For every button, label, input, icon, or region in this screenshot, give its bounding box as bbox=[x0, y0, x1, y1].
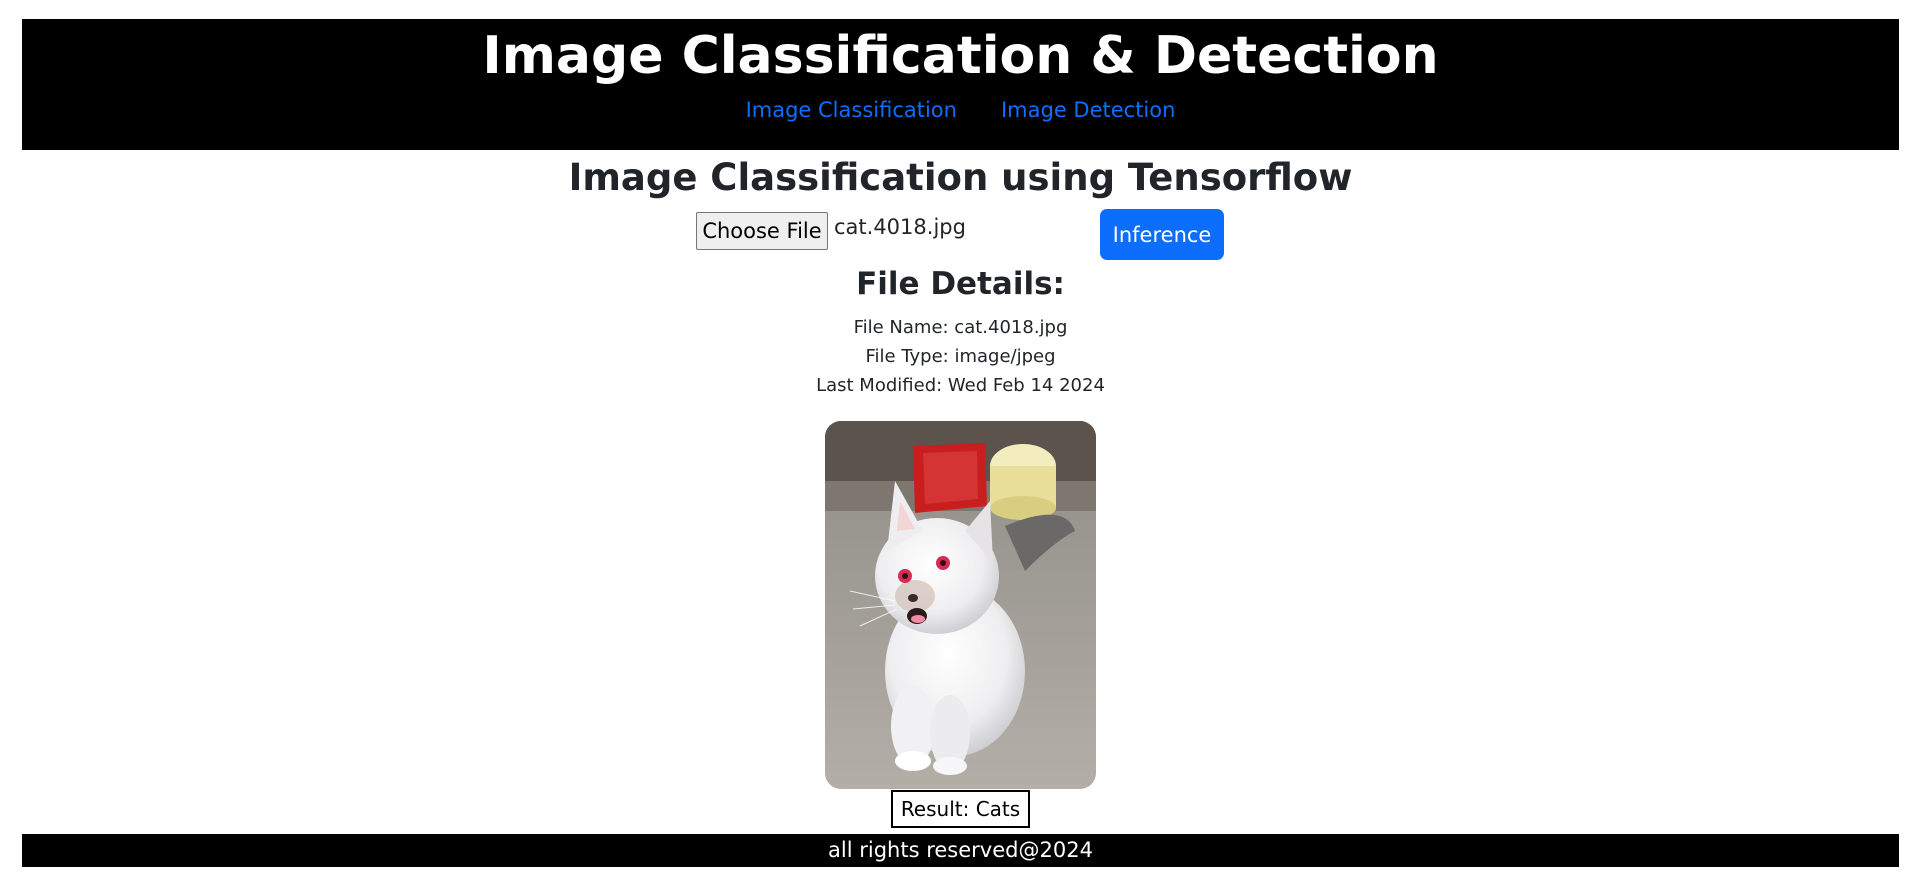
footer-copyright: all rights reserved@2024 bbox=[828, 838, 1093, 862]
main-nav: Image Classification Image Detection bbox=[22, 98, 1899, 122]
site-title: Image Classification & Detection bbox=[482, 26, 1439, 86]
chosen-file-name: cat.4018.jpg bbox=[834, 215, 966, 240]
site-header: Image Classification & Detection Image C… bbox=[22, 19, 1899, 150]
file-details-heading: File Details: bbox=[856, 266, 1065, 303]
result-label: Result: Cats bbox=[890, 789, 1031, 828]
page-heading: Image Classification using Tensorflow bbox=[568, 156, 1353, 199]
page: Image Classification & Detection Image C… bbox=[0, 0, 1913, 885]
uploaded-image-preview bbox=[825, 420, 1096, 789]
file-type-detail: File Type: image/jpeg bbox=[865, 345, 1056, 367]
upload-row: Choose File cat.4018.jpg Inference bbox=[22, 206, 1899, 264]
nav-link-image-detection[interactable]: Image Detection bbox=[1001, 98, 1175, 122]
inference-button[interactable]: Inference bbox=[1100, 209, 1224, 261]
main-content: Image Classification using Tensorflow Ch… bbox=[22, 150, 1899, 828]
file-name-detail: File Name: cat.4018.jpg bbox=[853, 316, 1068, 338]
last-modified-detail: Last Modified: Wed Feb 14 2024 bbox=[816, 374, 1105, 396]
nav-link-image-classification[interactable]: Image Classification bbox=[746, 98, 957, 122]
choose-file-button[interactable]: Choose File bbox=[696, 212, 828, 251]
site-footer: all rights reserved@2024 bbox=[22, 834, 1899, 867]
